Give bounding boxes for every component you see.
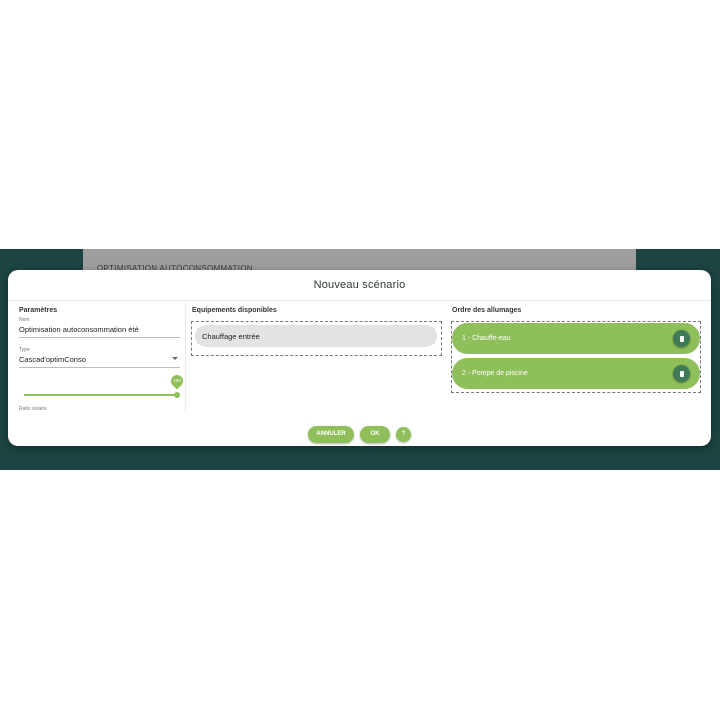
equipment-item-chauffage-entree[interactable]: Chauffage entrée	[195, 325, 437, 347]
new-scenario-dialog: Nouveau scénario Paramètres Nom Optimisa…	[8, 270, 711, 446]
delete-pompe-de-piscine-button[interactable]	[673, 365, 690, 382]
trash-icon	[679, 370, 684, 377]
type-select[interactable]: Cascad'optimConso	[19, 355, 180, 368]
name-label: Nom	[19, 317, 30, 323]
ok-button[interactable]: OK	[360, 425, 390, 443]
chevron-down-icon	[172, 357, 178, 360]
name-input[interactable]: Optimisation autoconsommation été	[19, 325, 180, 338]
order-item-chauffe-eau[interactable]: 1 - Chauffe-eau	[452, 323, 700, 354]
help-button[interactable]: ?	[396, 426, 411, 442]
dialog-title: Nouveau scénario	[313, 279, 406, 291]
delete-chauffe-eau-button[interactable]	[673, 330, 690, 347]
order-title: Ordre des allumages	[452, 307, 522, 314]
equipments-dropzone[interactable]: Chauffage entrée	[191, 321, 442, 356]
parameters-title: Paramètres	[19, 307, 58, 314]
dialog-header: Nouveau scénario	[8, 270, 711, 301]
solar-ratio-value: 100	[173, 378, 181, 383]
cancel-button[interactable]: ANNULER	[308, 425, 354, 443]
order-item-label: 1 - Chauffe-eau	[462, 335, 511, 342]
parameters-column: Paramètres Nom Optimisation autoconsomma…	[8, 301, 186, 413]
screen: OPTIMISATION AUTOCONSOMMATION Nouveau sc…	[0, 0, 720, 720]
order-item-pompe-de-piscine[interactable]: 2 - Pompe de piscine	[452, 358, 700, 389]
solar-ratio-slider-track[interactable]	[24, 394, 178, 396]
order-dropzone[interactable]: 1 - Chauffe-eau 2 - Pompe de piscine	[451, 321, 701, 393]
equipments-column: Equipements disponibles Chauffage entrée	[187, 301, 445, 413]
type-select-value: Cascad'optimConso	[19, 355, 86, 364]
equipments-title: Equipements disponibles	[192, 307, 277, 314]
order-column: Ordre des allumages 1 - Chauffe-eau 2 - …	[445, 301, 711, 413]
equipment-item-label: Chauffage entrée	[202, 331, 260, 341]
order-item-label: 2 - Pompe de piscine	[462, 370, 528, 377]
trash-icon	[679, 335, 684, 342]
type-label: Type	[19, 347, 30, 353]
solar-ratio-label: Ratio solaire	[19, 406, 47, 412]
solar-ratio-slider-thumb[interactable]	[174, 392, 180, 398]
dialog-footer: ANNULER OK ?	[8, 424, 711, 444]
